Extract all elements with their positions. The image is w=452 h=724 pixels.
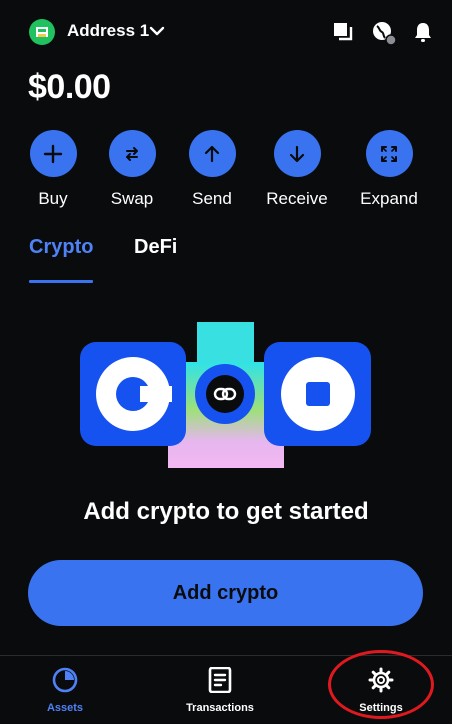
receive-button[interactable]: Receive: [257, 130, 337, 209]
expand-label: Expand: [360, 189, 418, 208]
document-icon: [170, 666, 270, 694]
swap-label: Swap: [110, 189, 154, 208]
action-row: Buy Swap Send Receive Expand: [0, 130, 452, 212]
receive-label: Receive: [266, 189, 328, 208]
nav-item-assets[interactable]: Assets: [15, 656, 115, 724]
header: Address 1: [0, 0, 452, 62]
copy-icon[interactable]: [331, 20, 355, 44]
arrow-down-icon: [273, 130, 321, 177]
bottom-nav: Assets Transactions Settings: [0, 655, 452, 724]
plus-icon: [29, 130, 77, 177]
empty-state-illustration: [80, 322, 372, 468]
globe-icon[interactable]: [371, 20, 397, 46]
gear-icon: [331, 666, 431, 694]
tab-crypto[interactable]: Crypto: [29, 236, 93, 259]
chevron-down-icon[interactable]: [148, 22, 166, 45]
buy-button[interactable]: Buy: [13, 130, 93, 209]
buy-label: Buy: [38, 189, 68, 208]
add-crypto-button[interactable]: Add crypto: [28, 560, 423, 626]
active-tab-indicator: [29, 280, 93, 283]
arrow-up-icon: [188, 130, 236, 177]
asset-tabs: Crypto DeFi: [0, 236, 452, 286]
nav-item-settings[interactable]: Settings: [331, 656, 431, 724]
empty-state-title: Add crypto to get started: [83, 498, 369, 525]
swap-icon: [108, 130, 156, 177]
nav-item-transactions[interactable]: Transactions: [170, 656, 270, 724]
balance-amount: $0.00: [28, 68, 111, 106]
tab-defi[interactable]: DeFi: [134, 236, 177, 259]
expand-icon: [365, 130, 413, 177]
nav-label-settings: Settings: [359, 702, 403, 714]
expand-button[interactable]: Expand: [349, 130, 429, 209]
send-label: Send: [192, 189, 232, 208]
nav-label-transactions: Transactions: [186, 702, 254, 714]
nav-label-assets: Assets: [46, 702, 84, 714]
send-button[interactable]: Send: [172, 130, 252, 209]
swap-button[interactable]: Swap: [92, 130, 172, 209]
pie-chart-icon: [15, 666, 115, 694]
bell-icon[interactable]: [411, 20, 435, 44]
account-avatar-icon[interactable]: [29, 19, 55, 45]
account-name[interactable]: Address 1: [67, 21, 149, 41]
